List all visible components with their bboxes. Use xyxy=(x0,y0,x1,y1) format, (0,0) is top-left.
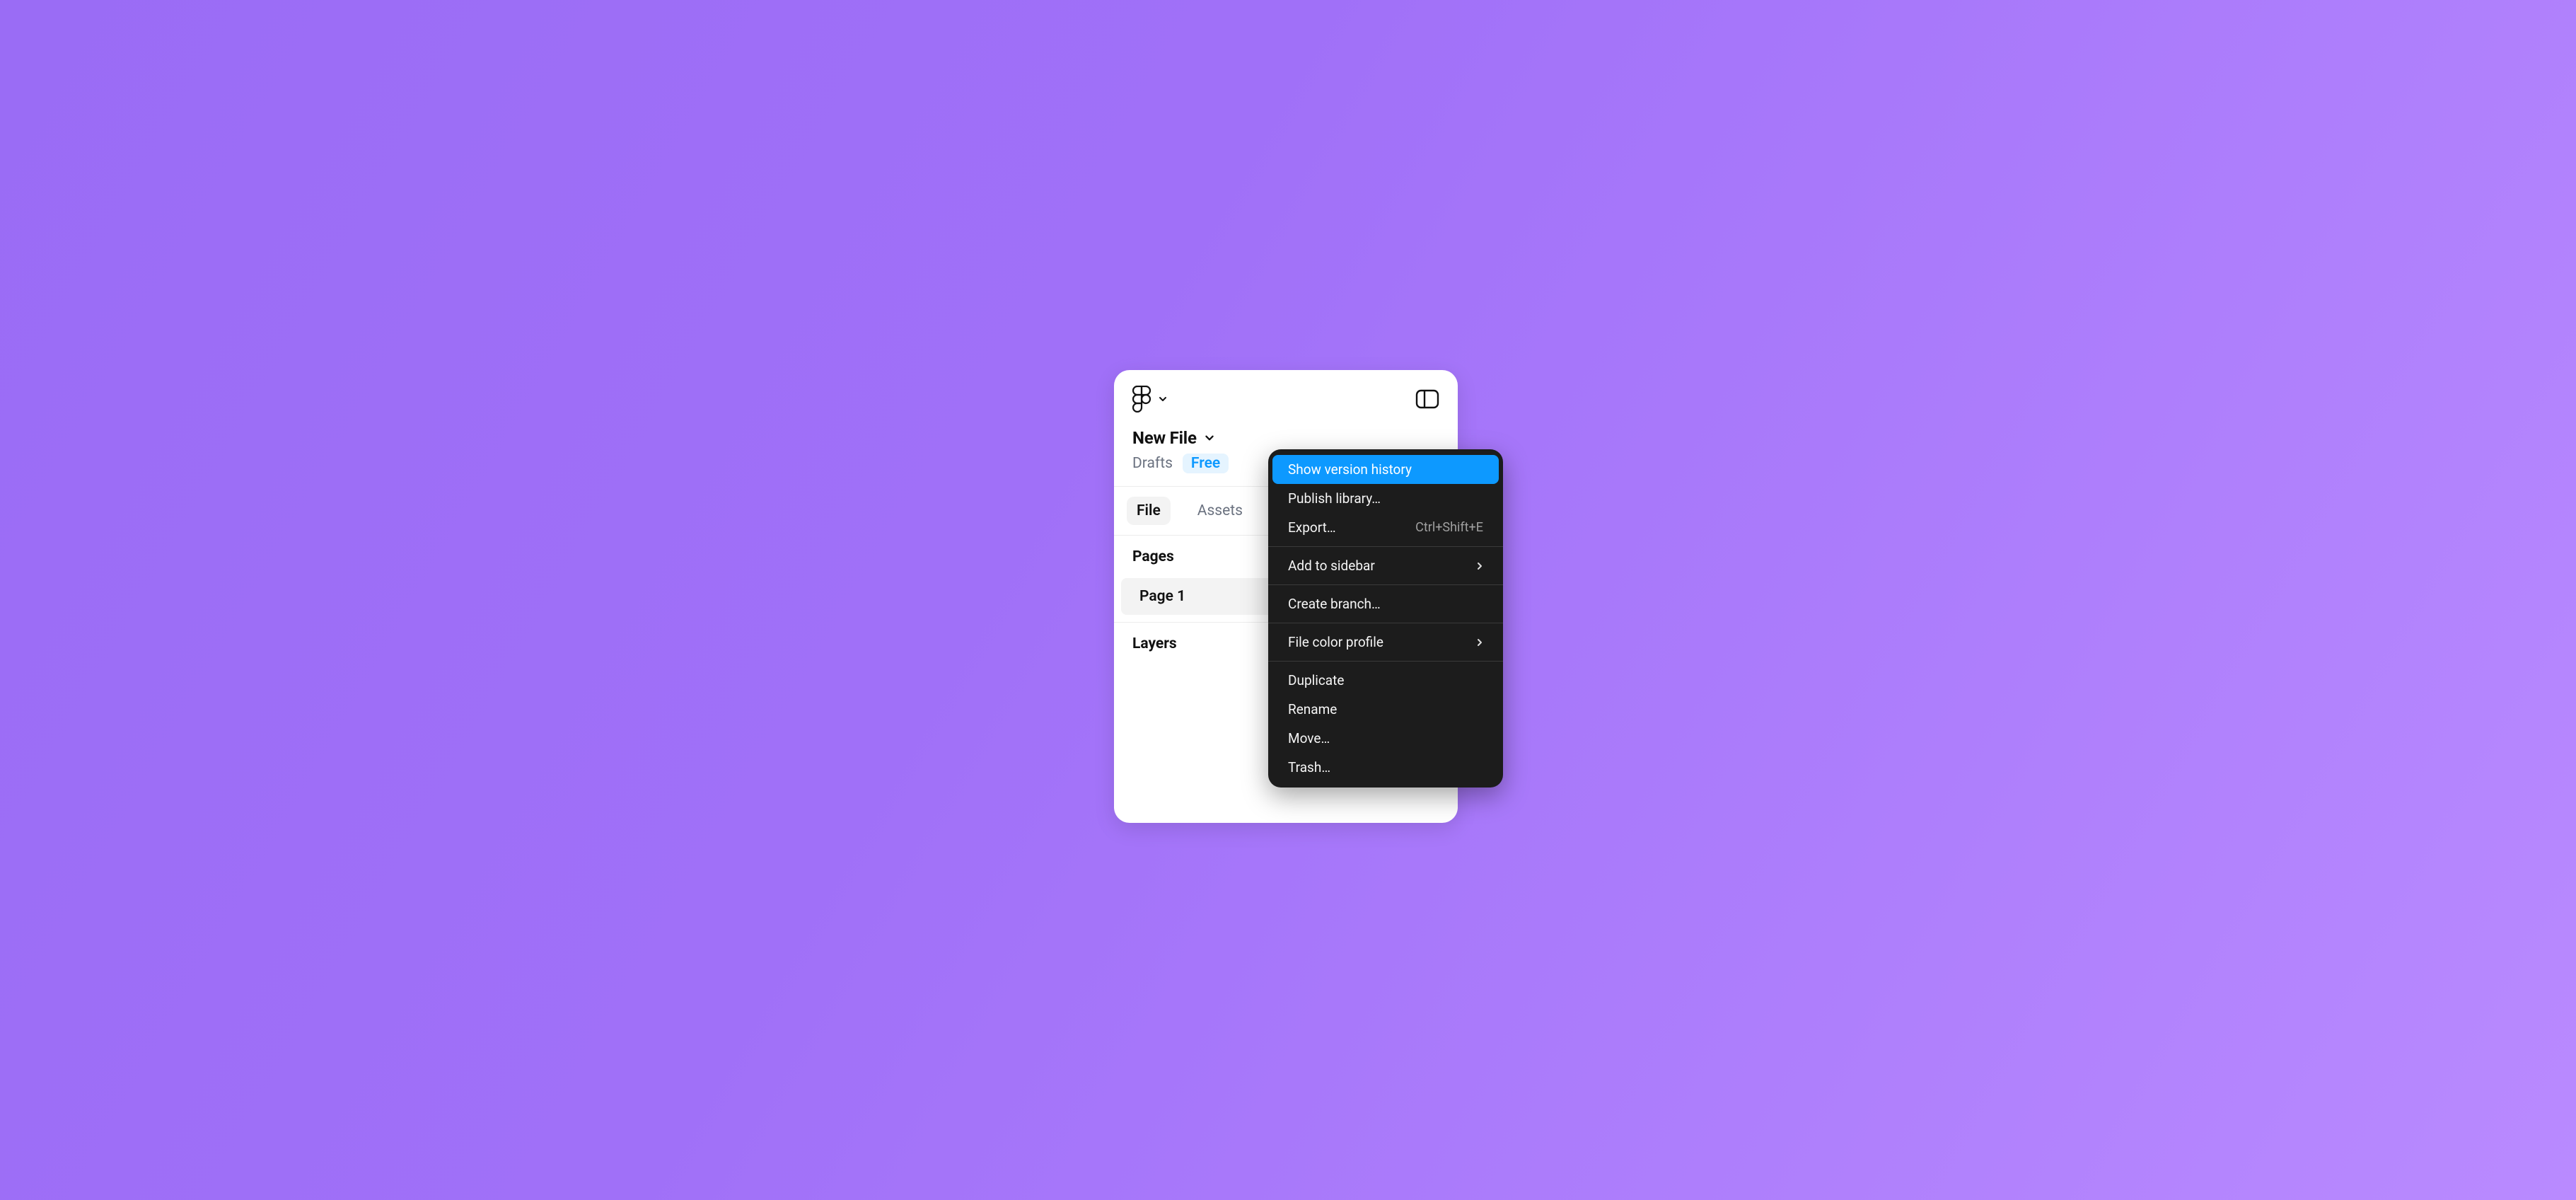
menu-item-label: Export… xyxy=(1288,519,1336,536)
menu-item-label: Duplicate xyxy=(1288,672,1344,688)
menu-item-label: Move… xyxy=(1288,730,1330,746)
file-title: New File xyxy=(1132,428,1197,448)
file-title-dropdown[interactable]: New File xyxy=(1132,428,1439,448)
sidebar-toggle-button[interactable] xyxy=(1415,389,1439,409)
menu-item-label: Create branch… xyxy=(1288,596,1381,612)
menu-export[interactable]: Export… Ctrl+Shift+E xyxy=(1272,513,1499,542)
chevron-right-icon xyxy=(1476,638,1483,647)
menu-shortcut: Ctrl+Shift+E xyxy=(1415,520,1483,535)
menu-separator xyxy=(1268,661,1503,662)
menu-separator xyxy=(1268,584,1503,585)
file-location[interactable]: Drafts xyxy=(1132,455,1173,472)
panel-layout-icon xyxy=(1415,389,1439,409)
figma-logo-icon xyxy=(1132,386,1151,412)
menu-add-to-sidebar[interactable]: Add to sidebar xyxy=(1272,551,1499,580)
menu-show-version-history[interactable]: Show version history xyxy=(1272,455,1499,484)
stage: New File Drafts Free File Assets Pages P… xyxy=(758,342,1818,858)
menu-item-label: Trash… xyxy=(1288,759,1330,775)
menu-publish-library[interactable]: Publish library… xyxy=(1272,484,1499,513)
menu-item-label: Publish library… xyxy=(1288,490,1381,507)
chevron-right-icon xyxy=(1476,561,1483,571)
menu-item-label: Add to sidebar xyxy=(1288,558,1375,574)
plan-badge[interactable]: Free xyxy=(1183,454,1229,473)
menu-create-branch[interactable]: Create branch… xyxy=(1272,589,1499,618)
menu-trash[interactable]: Trash… xyxy=(1272,753,1499,782)
file-context-menu: Show version history Publish library… Ex… xyxy=(1268,449,1503,788)
menu-duplicate[interactable]: Duplicate xyxy=(1272,666,1499,695)
chevron-down-icon xyxy=(1158,394,1168,404)
menu-file-color-profile[interactable]: File color profile xyxy=(1272,628,1499,657)
main-menu-button[interactable] xyxy=(1132,386,1168,412)
menu-separator xyxy=(1268,546,1503,547)
menu-item-label: Rename xyxy=(1288,701,1337,717)
menu-move[interactable]: Move… xyxy=(1272,724,1499,753)
tab-file[interactable]: File xyxy=(1127,497,1171,525)
menu-rename[interactable]: Rename xyxy=(1272,695,1499,724)
panel-topbar xyxy=(1114,370,1458,418)
chevron-down-icon xyxy=(1204,432,1215,444)
menu-item-label: File color profile xyxy=(1288,634,1383,650)
menu-item-label: Show version history xyxy=(1288,461,1412,478)
tab-assets[interactable]: Assets xyxy=(1188,497,1253,525)
